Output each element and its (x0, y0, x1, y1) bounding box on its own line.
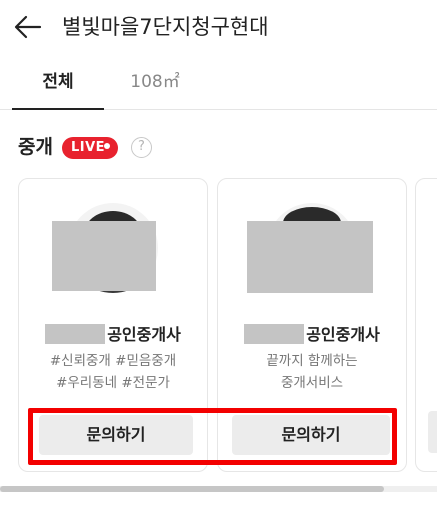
header: 별빛마을7단지청구현대 (0, 0, 437, 56)
inquiry-button-partial[interactable] (428, 411, 437, 453)
agent-card[interactable]: 공인중개사 #신뢰중개 #믿음중개 #우리동네 #전문가 문의하기 (18, 178, 208, 472)
live-badge-label: LIVE (71, 140, 106, 155)
live-dot-icon (104, 143, 110, 149)
agent-description-line: 끝까지 함께하는 (266, 353, 358, 369)
name-censor-block (244, 324, 305, 344)
page-title: 별빛마을7단지청구현대 (62, 15, 269, 39)
censor-block (247, 221, 373, 293)
agent-card[interactable]: 공인중개사 끝까지 함께하는 중개서비스 문의하기 (217, 178, 407, 472)
arrow-left-icon (14, 15, 42, 39)
agent-name: 공인중개사 (218, 321, 406, 345)
live-badge: LIVE (62, 137, 118, 159)
agent-description: #신뢰중개 #믿음중개 #우리동네 #전문가 (19, 350, 207, 394)
tab-all[interactable]: 전체 (12, 60, 104, 110)
tab-108[interactable]: 108㎡ (110, 60, 200, 110)
scrollbar-thumb[interactable] (0, 486, 384, 492)
name-censor-block (45, 324, 106, 344)
back-button[interactable] (12, 12, 44, 42)
agent-name: 공인중개사 (19, 321, 207, 345)
agent-card-partial[interactable] (415, 178, 437, 472)
question-circle-icon[interactable]: ? (131, 137, 152, 158)
tab-bar: 전체 108㎡ (0, 60, 437, 110)
inquiry-button[interactable]: 문의하기 (39, 415, 193, 455)
inquiry-button[interactable]: 문의하기 (232, 415, 390, 455)
agent-description: 끝까지 함께하는 중개서비스 (218, 350, 406, 394)
agent-name-suffix: 공인중개사 (306, 325, 380, 344)
section-title: 중개 (18, 136, 53, 158)
agent-description-line: 중개서비스 (280, 375, 344, 391)
agent-description-line: #우리동네 #전문가 (56, 375, 170, 391)
agent-description-line: #신뢰중개 #믿음중개 (49, 353, 177, 369)
horizontal-scrollbar[interactable] (0, 486, 437, 492)
agent-name-suffix: 공인중개사 (107, 325, 181, 344)
censor-block (52, 221, 156, 291)
